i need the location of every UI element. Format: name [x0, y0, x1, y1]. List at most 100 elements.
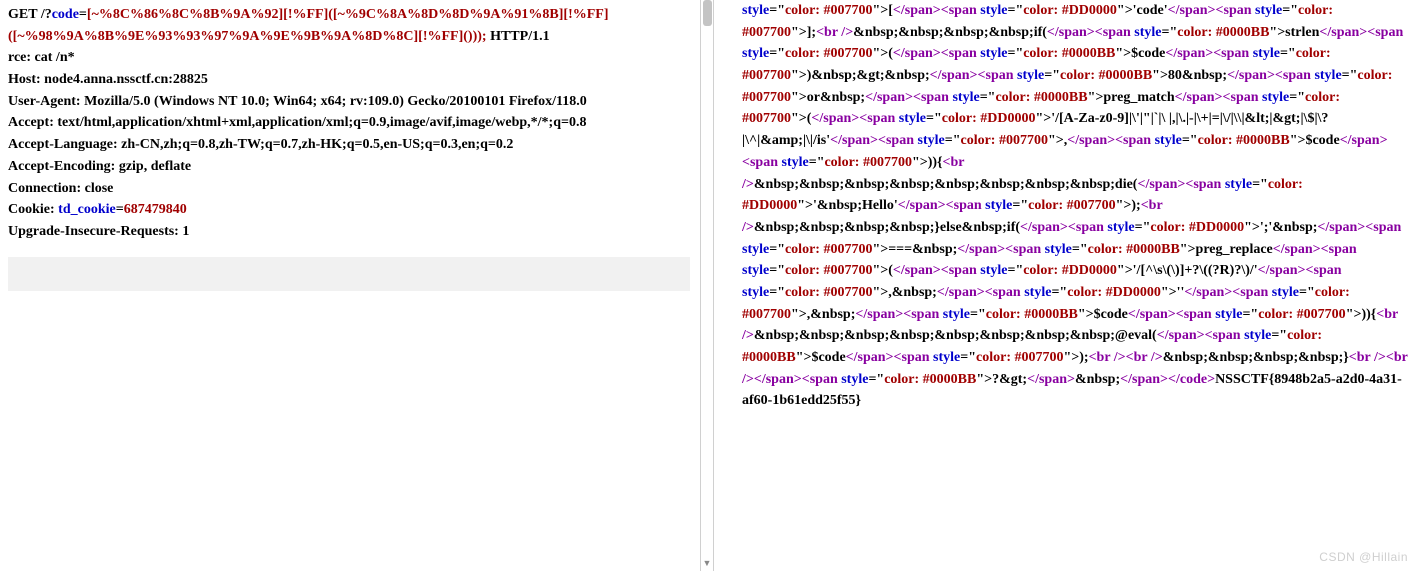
source-token: color: #0000BB: [1177, 25, 1269, 40]
source-token: color: #DD0000: [942, 111, 1036, 126]
source-token: ">,&nbsp;: [872, 285, 936, 300]
source-token: <br /><br />: [1089, 350, 1163, 365]
request-header-line: Accept-Language: zh-CN,zh;q=0.8,zh-TW;q=…: [8, 134, 690, 156]
source-token: </span><span: [1319, 25, 1403, 40]
request-headers: rce: cat /n*Host: node4.anna.nssctf.cn:2…: [8, 47, 690, 199]
source-token: &nbsp;&nbsp;&nbsp;&nbsp;&nbsp;&nbsp;&nbs…: [754, 177, 1138, 192]
source-token: color: #007700: [785, 3, 872, 18]
request-header-line: User-Agent: Mozilla/5.0 (Windows NT 10.0…: [8, 91, 690, 113]
source-token: </span><span: [865, 90, 949, 105]
source-token: ">?&gt;: [976, 372, 1027, 387]
source-token: ">'/[^\s\(\)]+?\((?R)?\)/': [1117, 263, 1258, 278]
source-token: &nbsp;&nbsp;&nbsp;&nbsp;}else&nbsp;if(: [754, 220, 1020, 235]
source-token: =": [980, 90, 996, 105]
source-token: style: [943, 307, 970, 322]
source-token: =": [926, 111, 942, 126]
source-token: style: [742, 3, 769, 18]
source-token: </span><span: [893, 263, 977, 278]
source-token: </span><span: [1184, 285, 1268, 300]
source-token: &nbsp;&nbsp;&nbsp;&nbsp;}: [1163, 350, 1349, 365]
source-token: </span>: [1027, 372, 1075, 387]
source-token: color: #DD0000: [1067, 285, 1161, 300]
source-token: </span><span: [855, 307, 939, 322]
source-token: ">)){: [1346, 307, 1377, 322]
source-token: ">,: [1048, 133, 1067, 148]
source-token: style: [1155, 133, 1182, 148]
source-token: style: [1134, 25, 1161, 40]
source-token: style: [1253, 46, 1280, 61]
source-token: color: #DD0000: [1150, 220, 1244, 235]
source-token: =": [868, 372, 884, 387]
source-token: =": [769, 3, 785, 18]
request-cookie-line: Cookie: td_cookie=687479840: [8, 199, 690, 221]
source-token: style: [1107, 220, 1134, 235]
source-token: style: [742, 242, 769, 257]
source-token: ">$code: [1115, 46, 1165, 61]
request-prefix: GET /?: [8, 7, 52, 22]
source-token: </span><span: [846, 350, 930, 365]
source-token: ">$code: [796, 350, 846, 365]
source-token: </span><span: [1317, 220, 1401, 235]
source-token: style: [980, 46, 1007, 61]
source-token: </span><span: [937, 285, 1021, 300]
source-token: </span><span: [1227, 68, 1311, 83]
source-token: style: [1045, 242, 1072, 257]
source-token: ">preg_match: [1088, 90, 1175, 105]
scroll-arrow-down-icon[interactable]: ▼: [701, 557, 713, 571]
source-token: ">===&nbsp;: [872, 242, 957, 257]
source-token: style: [841, 372, 868, 387]
source-token: ">,&nbsp;: [791, 307, 855, 322]
request-header-line: Accept: text/html,application/xhtml+xml,…: [8, 112, 690, 134]
source-token: color: #007700: [960, 133, 1047, 148]
request-header-line: Host: node4.anna.nssctf.cn:28825: [8, 69, 690, 91]
source-token: ">(: [872, 263, 892, 278]
source-token: style: [952, 90, 979, 105]
source-token: </span><span: [1067, 133, 1151, 148]
source-token: ">(: [791, 111, 811, 126]
source-token: style: [742, 285, 769, 300]
source-token: ">[: [872, 3, 892, 18]
source-token: =": [809, 155, 825, 170]
source-token: =": [960, 350, 976, 365]
source-token: =": [1007, 263, 1023, 278]
pane-divider-scrollbar[interactable]: ▲ ▼: [700, 0, 714, 571]
source-token: style: [1255, 3, 1282, 18]
source-token: =": [1007, 46, 1023, 61]
source-token: color: #007700: [785, 46, 872, 61]
source-token: ">);: [1063, 350, 1088, 365]
source-token: </span><span: [1165, 46, 1249, 61]
source-token: =": [1007, 3, 1023, 18]
source-token: style: [1215, 307, 1242, 322]
source-token: style: [742, 46, 769, 61]
source-token: </span><span: [1273, 242, 1357, 257]
source-token: ">$code: [1078, 307, 1128, 322]
source-token: =": [1271, 328, 1287, 343]
request-upgrade: Upgrade-Insecure-Requests: 1: [8, 221, 690, 243]
source-token: </span><span: [1258, 263, 1342, 278]
source-token: =": [769, 285, 785, 300]
source-token: =": [1280, 46, 1296, 61]
source-token: color: #007700: [824, 155, 911, 170]
source-token: color: #0000BB: [1023, 46, 1115, 61]
source-token: color: #007700: [1028, 198, 1115, 213]
source-token: style: [899, 111, 926, 126]
source-token: &nbsp;&nbsp;&nbsp;&nbsp;&nbsp;&nbsp;&nbs…: [754, 328, 1157, 343]
source-token: </span><span: [893, 3, 977, 18]
scrollbar-thumb[interactable]: [703, 0, 712, 26]
cookie-eq: =: [116, 202, 124, 217]
source-token: </span><span: [1047, 25, 1131, 40]
separator-strip: [8, 257, 690, 291]
split-panes: GET /?code=[~%8C%86%8C%8B%9A%92][!%FF]([…: [0, 0, 1426, 571]
source-token: </span><span: [1137, 177, 1221, 192]
source-token: color: #007700: [785, 285, 872, 300]
source-token: color: #DD0000: [1023, 3, 1117, 18]
source-token: ">strlen: [1269, 25, 1319, 40]
source-token: =": [1135, 220, 1151, 235]
source-token: </span><span: [830, 133, 914, 148]
source-token: </span><span: [957, 242, 1041, 257]
cookie-value: 687479840: [124, 202, 187, 217]
source-token: =": [1072, 242, 1088, 257]
source-token: style: [985, 198, 1012, 213]
source-token: style: [1017, 68, 1044, 83]
source-token: =": [970, 307, 986, 322]
